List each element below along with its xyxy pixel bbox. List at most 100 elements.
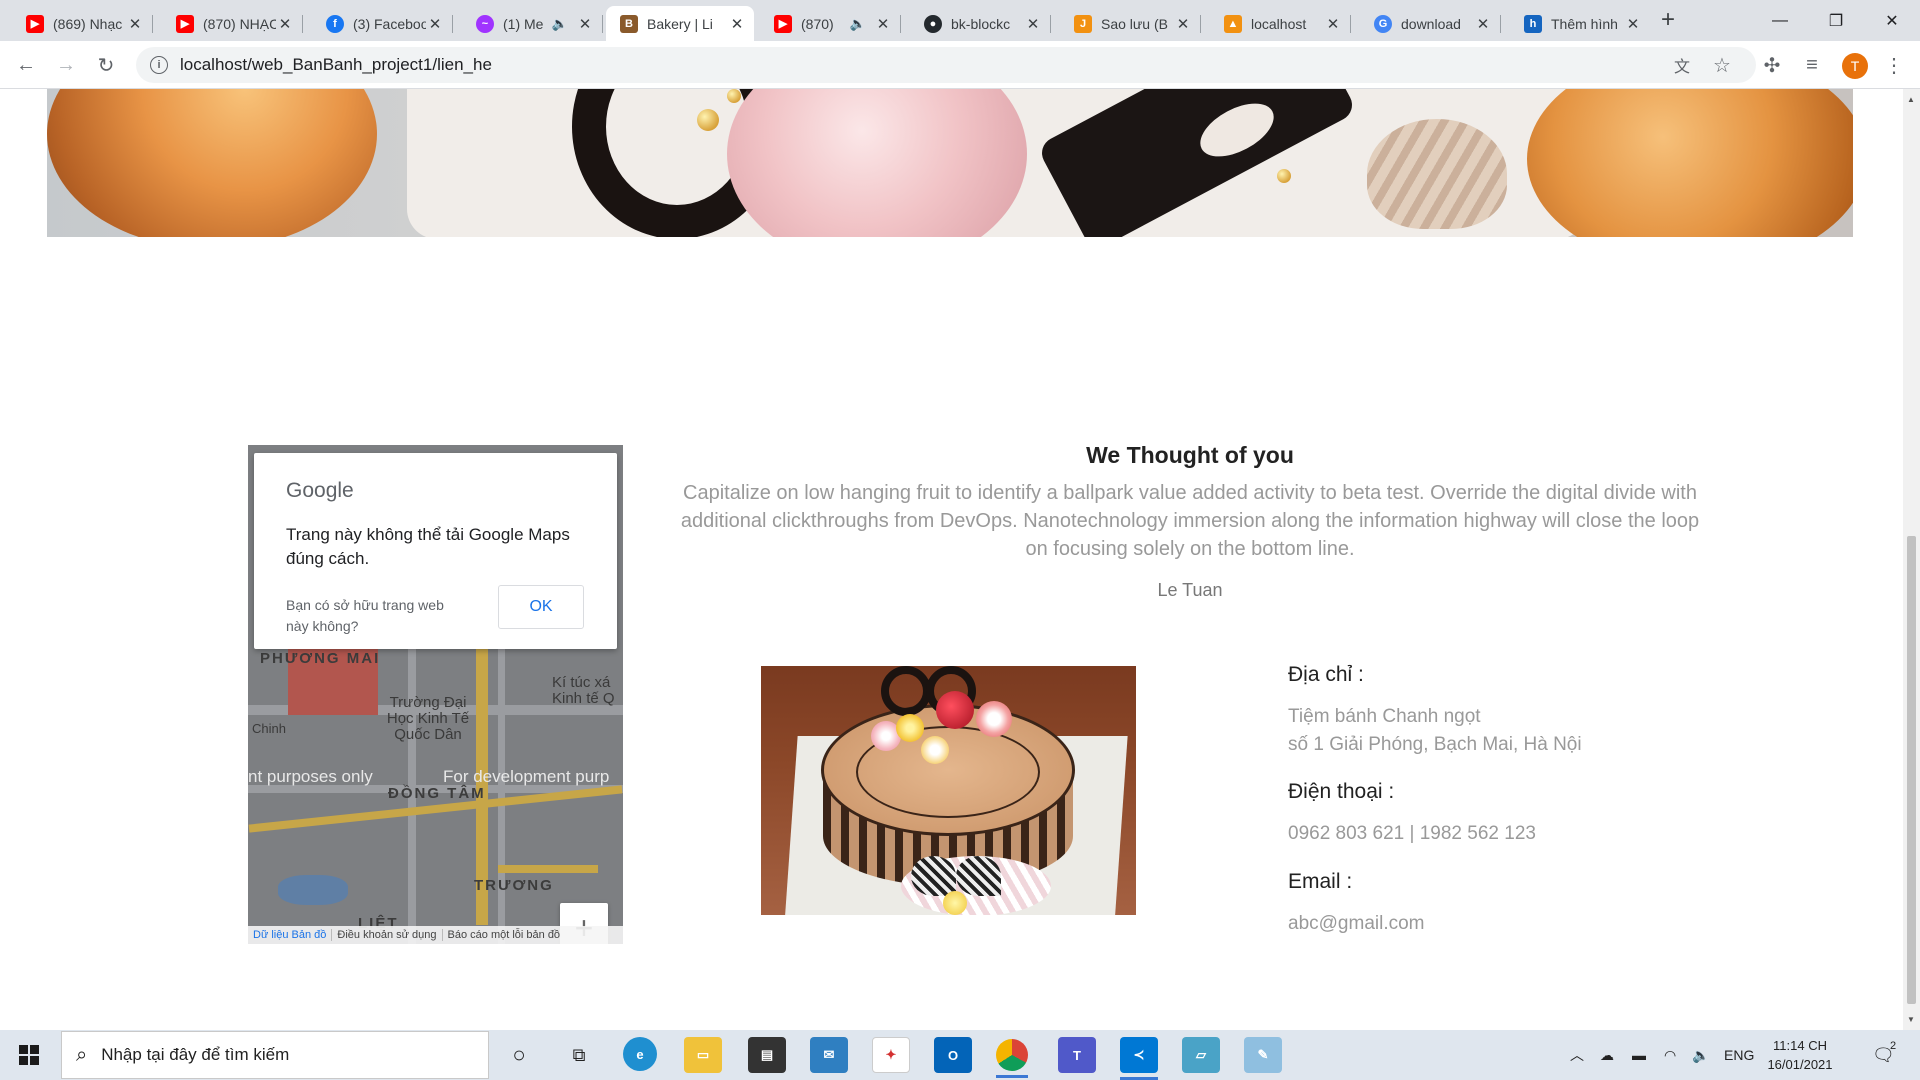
windows-taskbar: ⌕ Nhập tại đây để tìm kiếm ○ ⧉ e ▭ ▤ ✉ ✦… xyxy=(0,1030,1920,1080)
new-tab-button[interactable]: + xyxy=(1656,8,1680,33)
map-label-truong: TRƯƠNG xyxy=(474,877,554,894)
google-logo: Google xyxy=(286,479,354,502)
close-tab-icon[interactable]: ✕ xyxy=(426,15,444,33)
start-button[interactable] xyxy=(0,1030,58,1080)
j-icon: J xyxy=(1074,14,1092,33)
chrome-icon[interactable] xyxy=(996,1039,1028,1078)
notepad-icon[interactable]: ▱ xyxy=(1182,1037,1220,1073)
close-tab-icon[interactable]: ✕ xyxy=(728,15,746,33)
store-icon[interactable]: ▤ xyxy=(748,1037,786,1073)
media-control-icon[interactable]: ≡ xyxy=(1798,51,1826,79)
teams-icon[interactable]: T xyxy=(1058,1037,1096,1073)
tab-facebook[interactable]: f (3) Facebook ✕ xyxy=(312,6,453,41)
close-window-button[interactable]: ✕ xyxy=(1864,0,1920,41)
url-text[interactable]: localhost/web_BanBanh_project1/lien_he xyxy=(180,55,492,75)
edge-icon[interactable]: e xyxy=(623,1037,657,1071)
tab-backup[interactable]: J Sao lưu (B ✕ xyxy=(1060,6,1201,41)
wifi-icon[interactable]: ◠ xyxy=(1664,1030,1676,1080)
map-report-link[interactable]: Báo cáo một lỗi bản đồ xyxy=(443,929,566,941)
bookmark-star-icon[interactable]: ☆ xyxy=(1708,51,1736,79)
map-label-dong-tam: ĐỒNG TÂM xyxy=(388,785,486,802)
back-button[interactable]: ← xyxy=(12,51,40,79)
bakery-icon: B xyxy=(620,14,638,33)
address-label: Địa chỉ : xyxy=(1288,663,1364,686)
close-tab-icon[interactable]: ✕ xyxy=(276,15,294,33)
tab-bakery-active[interactable]: B Bakery | Li ✕ xyxy=(606,6,754,41)
youtube-icon: ▶ xyxy=(774,14,792,33)
address-bar[interactable]: i localhost/web_BanBanh_project1/lien_he xyxy=(136,47,1756,83)
clock-date: 16/01/2021 xyxy=(1767,1057,1833,1072)
forward-button[interactable]: → xyxy=(52,51,80,79)
menu-kebab-icon[interactable]: ⋮ xyxy=(1880,51,1908,79)
speaker-icon[interactable]: 🔈 xyxy=(552,15,568,33)
system-clock[interactable]: 11:14 CH 16/01/2021 xyxy=(1760,1036,1840,1074)
tab-youtube-1[interactable]: ▶ (869) Nhạc ✕ xyxy=(12,6,153,41)
map-ok-button[interactable]: OK xyxy=(498,585,584,629)
onedrive-icon[interactable]: ☁ xyxy=(1600,1030,1614,1080)
tab-youtube-2[interactable]: ▶ (870) NHẠC ✕ xyxy=(162,6,303,41)
tab-messenger[interactable]: ~ (1) Me 🔈 ✕ xyxy=(462,6,603,41)
close-tab-icon[interactable]: ✕ xyxy=(1324,15,1342,33)
info-icon[interactable]: i xyxy=(150,56,168,74)
section-paragraph: Capitalize on low hanging fruit to ident… xyxy=(680,482,1700,560)
minimize-button[interactable]: — xyxy=(1752,0,1808,41)
file-explorer-icon[interactable]: ▭ xyxy=(684,1037,722,1073)
email-value: abc@gmail.com xyxy=(1288,913,1425,934)
gift-app-icon[interactable]: ✦ xyxy=(872,1037,910,1073)
email-label: Email : xyxy=(1288,870,1353,893)
browser-tab-strip: ▶ (869) Nhạc ✕ ▶ (870) NHẠC ✕ f (3) Face… xyxy=(0,0,1920,41)
scroll-up-arrow-icon[interactable]: ▲ xyxy=(1907,95,1915,104)
map-label-university: Trường Đại Học Kinh Tế Quốc Dân xyxy=(386,694,470,743)
battery-icon[interactable]: ▬ xyxy=(1632,1030,1646,1080)
phpmyadmin-icon: ▲ xyxy=(1224,14,1242,33)
close-tab-icon[interactable]: ✕ xyxy=(576,15,594,33)
scroll-down-arrow-icon[interactable]: ▼ xyxy=(1907,1015,1915,1024)
scrollbar-thumb[interactable] xyxy=(1907,536,1916,1004)
map-data-link[interactable]: Dữ liệu Bản đồ xyxy=(248,929,333,941)
close-tab-icon[interactable]: ✕ xyxy=(1474,15,1492,33)
outlook-icon[interactable]: O xyxy=(934,1037,972,1073)
clock-time: 11:14 CH xyxy=(1773,1038,1827,1053)
tab-localhost[interactable]: ▲ localhost ✕ xyxy=(1210,6,1351,41)
tab-github[interactable]: ● bk-blockc ✕ xyxy=(910,6,1051,41)
map-terms-link[interactable]: Điều khoản sử dụng xyxy=(332,929,443,941)
close-tab-icon[interactable]: ✕ xyxy=(126,15,144,33)
close-tab-icon[interactable]: ✕ xyxy=(1024,15,1042,33)
h-icon: h xyxy=(1524,14,1542,33)
windows-logo-icon xyxy=(19,1045,39,1065)
mail-icon[interactable]: ✉ xyxy=(810,1037,848,1073)
show-hidden-icons[interactable]: ︿ xyxy=(1570,1030,1584,1080)
cake-image xyxy=(761,666,1136,915)
google-icon: G xyxy=(1374,14,1392,33)
phone-label: Điện thoại : xyxy=(1288,780,1395,803)
map-watermark-left: nt purposes only xyxy=(248,767,373,786)
volume-icon[interactable]: 🔈 xyxy=(1692,1030,1709,1080)
taskbar-search-placeholder: Nhập tại đây để tìm kiếm xyxy=(101,1045,290,1064)
cortana-icon[interactable]: ○ xyxy=(500,1037,538,1073)
tab-youtube-3[interactable]: ▶ (870) 🔈 ✕ xyxy=(760,6,901,41)
restore-button[interactable]: ❐ xyxy=(1808,0,1864,41)
page-scrollbar[interactable]: ▲ ▼ xyxy=(1903,89,1920,1030)
taskbar-search-box[interactable]: ⌕ Nhập tại đây để tìm kiếm xyxy=(61,1031,489,1079)
close-tab-icon[interactable]: ✕ xyxy=(1624,15,1642,33)
profile-avatar[interactable]: T xyxy=(1842,53,1868,79)
language-indicator[interactable]: ENG xyxy=(1724,1030,1754,1080)
section-heading: We Thought of you xyxy=(1086,442,1294,468)
close-tab-icon[interactable]: ✕ xyxy=(1174,15,1192,33)
extensions-icon[interactable]: ✣ xyxy=(1758,51,1786,79)
address-line-2: số 1 Giải Phóng, Bạch Mai, Hà Nội xyxy=(1288,734,1582,755)
task-view-icon[interactable]: ⧉ xyxy=(560,1037,598,1073)
speaker-icon[interactable]: 🔈 xyxy=(850,15,866,33)
translate-icon[interactable]: 文 xyxy=(1668,51,1696,79)
paint-icon[interactable]: ✎ xyxy=(1244,1037,1282,1073)
phone-value: 0962 803 621 | 1982 562 123 xyxy=(1288,823,1536,844)
vscode-icon[interactable]: ≺ xyxy=(1120,1037,1158,1080)
reload-button[interactable]: ↻ xyxy=(92,51,120,79)
google-map-embed[interactable]: PHƯƠNG MAI Trường Đại Học Kinh Tế Quốc D… xyxy=(248,445,623,944)
tab-them-hinh[interactable]: h Thêm hình ✕ xyxy=(1510,6,1650,41)
tab-google-download[interactable]: G download ✕ xyxy=(1360,6,1501,41)
notification-center-icon[interactable]: 🗨 xyxy=(1872,1030,1895,1080)
map-error-dialog: Google Trang này không thể tải Google Ma… xyxy=(254,453,617,649)
close-tab-icon[interactable]: ✕ xyxy=(874,15,892,33)
browser-toolbar: ← → ↻ i localhost/web_BanBanh_project1/l… xyxy=(0,41,1920,89)
